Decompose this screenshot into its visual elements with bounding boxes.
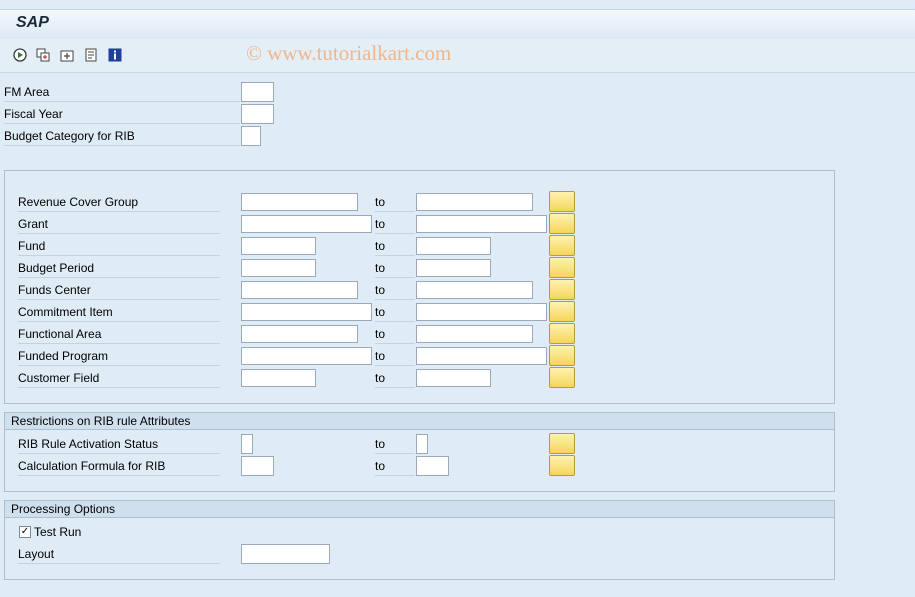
commitment-item-to-label: to — [375, 303, 415, 322]
funds-center-from-input[interactable] — [241, 281, 358, 299]
grant-from-input[interactable] — [241, 215, 372, 233]
fund-label: Fund — [18, 237, 220, 256]
copy-variant-icon[interactable] — [36, 48, 50, 62]
revenue-cover-group-multiple-selection-button[interactable] — [549, 191, 575, 212]
calculation-formula-to-input[interactable] — [416, 456, 449, 476]
funds-center-to-input[interactable] — [416, 281, 533, 299]
functional-area-multiple-selection-button[interactable] — [549, 323, 575, 344]
budget-period-multiple-selection-button[interactable] — [549, 257, 575, 278]
grant-to-input[interactable] — [416, 215, 547, 233]
functional-area-from-input[interactable] — [241, 325, 358, 343]
customer-field-label: Customer Field — [18, 369, 220, 388]
functional-area-to-label: to — [375, 325, 415, 344]
commitment-item-from-input[interactable] — [241, 303, 372, 321]
customer-field-from-input[interactable] — [241, 369, 316, 387]
revenue-cover-group-to-input[interactable] — [416, 193, 533, 211]
calculation-formula-multiple-selection-button[interactable] — [549, 455, 575, 476]
fm-area-label: FM Area — [4, 83, 240, 102]
application-toolbar — [0, 39, 915, 73]
revenue-cover-group-to-label: to — [375, 193, 415, 212]
funds-center-multiple-selection-button[interactable] — [549, 279, 575, 300]
funded-program-multiple-selection-button[interactable] — [549, 345, 575, 366]
functional-area-label: Functional Area — [18, 325, 220, 344]
budget-period-to-input[interactable] — [416, 259, 491, 277]
fund-multiple-selection-button[interactable] — [549, 235, 575, 256]
title-bar: SAP — [0, 9, 915, 40]
commitment-item-multiple-selection-button[interactable] — [549, 301, 575, 322]
layout-input[interactable] — [241, 544, 330, 564]
calculation-formula-label: Calculation Formula for RIB — [18, 457, 220, 476]
fiscal-year-label: Fiscal Year — [4, 105, 240, 124]
funds-center-to-label: to — [375, 281, 415, 300]
commitment-item-label: Commitment Item — [18, 303, 220, 322]
fund-to-label: to — [375, 237, 415, 256]
functional-area-to-input[interactable] — [416, 325, 533, 343]
calculation-formula-to-label: to — [375, 457, 415, 476]
rib-rule-activation-status-to-label: to — [375, 435, 415, 454]
revenue-cover-group-label: Revenue Cover Group — [18, 193, 220, 212]
notes-icon[interactable] — [84, 48, 98, 62]
customer-field-to-label: to — [375, 369, 415, 388]
funded-program-label: Funded Program — [18, 347, 220, 366]
funds-center-label: Funds Center — [18, 281, 220, 300]
budget-period-to-label: to — [375, 259, 415, 278]
customer-field-to-input[interactable] — [416, 369, 491, 387]
commitment-item-to-input[interactable] — [416, 303, 547, 321]
rib-rule-activation-status-label: RIB Rule Activation Status — [18, 435, 220, 454]
grant-label: Grant — [18, 215, 220, 234]
budget-period-label: Budget Period — [18, 259, 220, 278]
test-run-checkbox[interactable]: ✓ — [19, 526, 31, 538]
execute-icon[interactable] — [13, 48, 27, 62]
budget-category-label: Budget Category for RIB — [4, 127, 240, 146]
rib-rule-activation-status-multiple-selection-button[interactable] — [549, 433, 575, 454]
restrictions-group-title: Restrictions on RIB rule Attributes — [5, 413, 834, 430]
fiscal-year-input[interactable] — [241, 104, 274, 124]
funded-program-from-input[interactable] — [241, 347, 372, 365]
calculation-formula-from-input[interactable] — [241, 456, 274, 476]
info-icon[interactable] — [108, 48, 122, 62]
funded-program-to-input[interactable] — [416, 347, 547, 365]
layout-label: Layout — [18, 545, 220, 564]
processing-options-group: Processing Options — [4, 500, 835, 580]
rib-rule-activation-status-from-input[interactable] — [241, 434, 253, 454]
fund-to-input[interactable] — [416, 237, 491, 255]
test-run-label: Test Run — [34, 525, 82, 539]
add-selection-icon[interactable] — [60, 48, 74, 62]
revenue-cover-group-from-input[interactable] — [241, 193, 358, 211]
funded-program-to-label: to — [375, 347, 415, 366]
grant-multiple-selection-button[interactable] — [549, 213, 575, 234]
rib-rule-activation-status-to-input[interactable] — [416, 434, 428, 454]
processing-options-group-title: Processing Options — [5, 501, 834, 518]
customer-field-multiple-selection-button[interactable] — [549, 367, 575, 388]
fm-area-input[interactable] — [241, 82, 274, 102]
budget-category-input[interactable] — [241, 126, 261, 146]
grant-to-label: to — [375, 215, 415, 234]
budget-period-from-input[interactable] — [241, 259, 316, 277]
watermark-text: © www.tutorialkart.com — [246, 41, 452, 65]
window-title: SAP — [16, 14, 49, 31]
fund-from-input[interactable] — [241, 237, 316, 255]
